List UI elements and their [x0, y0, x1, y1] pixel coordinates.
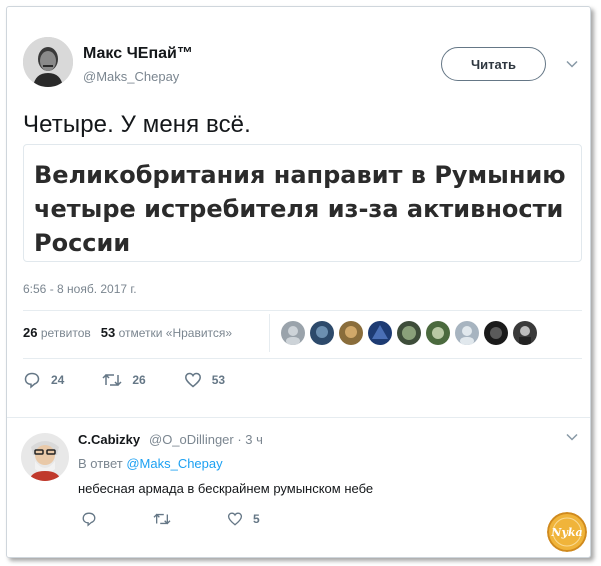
- avatar[interactable]: [484, 321, 508, 345]
- reply-like-action[interactable]: 5: [227, 511, 260, 527]
- retweet-action[interactable]: 26: [102, 371, 146, 389]
- chevron-down-icon[interactable]: [565, 57, 579, 71]
- tweet-actions: 24 26 53: [23, 371, 263, 389]
- author-name[interactable]: Макс ЧЕпай™: [83, 45, 193, 63]
- heart-icon: [184, 372, 201, 388]
- divider: [7, 417, 590, 418]
- liker-avatars: [281, 321, 537, 345]
- nyka-logo: Nyka: [547, 512, 587, 552]
- reply-reply-action[interactable]: [81, 511, 97, 527]
- chevron-down-icon[interactable]: [565, 430, 579, 444]
- avatar[interactable]: [368, 321, 392, 345]
- avatar[interactable]: [426, 321, 450, 345]
- tweet-timestamp[interactable]: 6:56 - 8 нояб. 2017 г.: [23, 282, 137, 296]
- avatar[interactable]: [455, 321, 479, 345]
- follow-button[interactable]: Читать: [441, 47, 546, 81]
- logo-text: Nyka: [550, 526, 582, 539]
- reply-author-handle[interactable]: @O_oDillinger: [149, 432, 234, 447]
- tweet-card: Макс ЧЕпай™ @Maks_Chepay Читать Четыре. …: [6, 6, 591, 558]
- quoted-headline: Великобритания направит в Румынию четыре…: [34, 161, 566, 257]
- likes-count: 53: [100, 325, 116, 340]
- author-handle[interactable]: @Maks_Chepay: [83, 69, 179, 84]
- in-reply-handle-link[interactable]: @Maks_Chepay: [126, 456, 222, 471]
- reply-icon: [82, 512, 96, 527]
- likes-stat[interactable]: 53 отметки «Нравится»: [101, 325, 232, 340]
- avatar[interactable]: [310, 321, 334, 345]
- in-reply-prefix: В ответ: [78, 456, 123, 471]
- likes-label: отметки «Нравится»: [118, 326, 233, 340]
- avatar[interactable]: [397, 321, 421, 345]
- author-avatar[interactable]: [23, 37, 73, 87]
- avatar[interactable]: [513, 321, 537, 345]
- retweet-count: 26: [132, 373, 146, 387]
- avatar[interactable]: [281, 321, 305, 345]
- reply-retweet-action[interactable]: [153, 511, 171, 527]
- heart-icon: [227, 512, 243, 526]
- stats-separator: [269, 314, 270, 352]
- retweet-icon: [153, 513, 171, 525]
- retweets-stat[interactable]: 26 ретвитов: [23, 325, 91, 340]
- retweet-icon: [102, 373, 122, 387]
- reply-actions: 5: [81, 511, 316, 527]
- reply-time[interactable]: 3 ч: [245, 432, 263, 447]
- quoted-card[interactable]: Великобритания направит в Румынию четыре…: [23, 144, 582, 262]
- avatar[interactable]: [339, 321, 363, 345]
- reply-action[interactable]: 24: [23, 371, 64, 389]
- reply-meta: @O_oDillinger · 3 ч: [149, 432, 263, 447]
- reply-text: небесная армада в бескрайнем румынском н…: [78, 481, 374, 496]
- divider: [23, 310, 582, 311]
- tweet-text: Четыре. У меня всё.: [23, 111, 251, 138]
- retweets-label: ретвитов: [40, 326, 91, 340]
- reply-author-name[interactable]: C.Cabizky: [78, 432, 140, 447]
- retweets-count: 26: [23, 325, 38, 340]
- divider: [23, 358, 582, 359]
- in-reply-to: В ответ @Maks_Chepay: [78, 456, 223, 471]
- like-action[interactable]: 53: [184, 371, 225, 389]
- like-count: 53: [211, 373, 226, 387]
- reply-author-avatar[interactable]: [21, 433, 69, 481]
- tweet-stats: 26 ретвитов 53 отметки «Нравится»: [23, 325, 232, 340]
- reply-like-count: 5: [253, 512, 260, 526]
- reply-icon: [24, 372, 40, 389]
- reply-count: 24: [51, 373, 65, 387]
